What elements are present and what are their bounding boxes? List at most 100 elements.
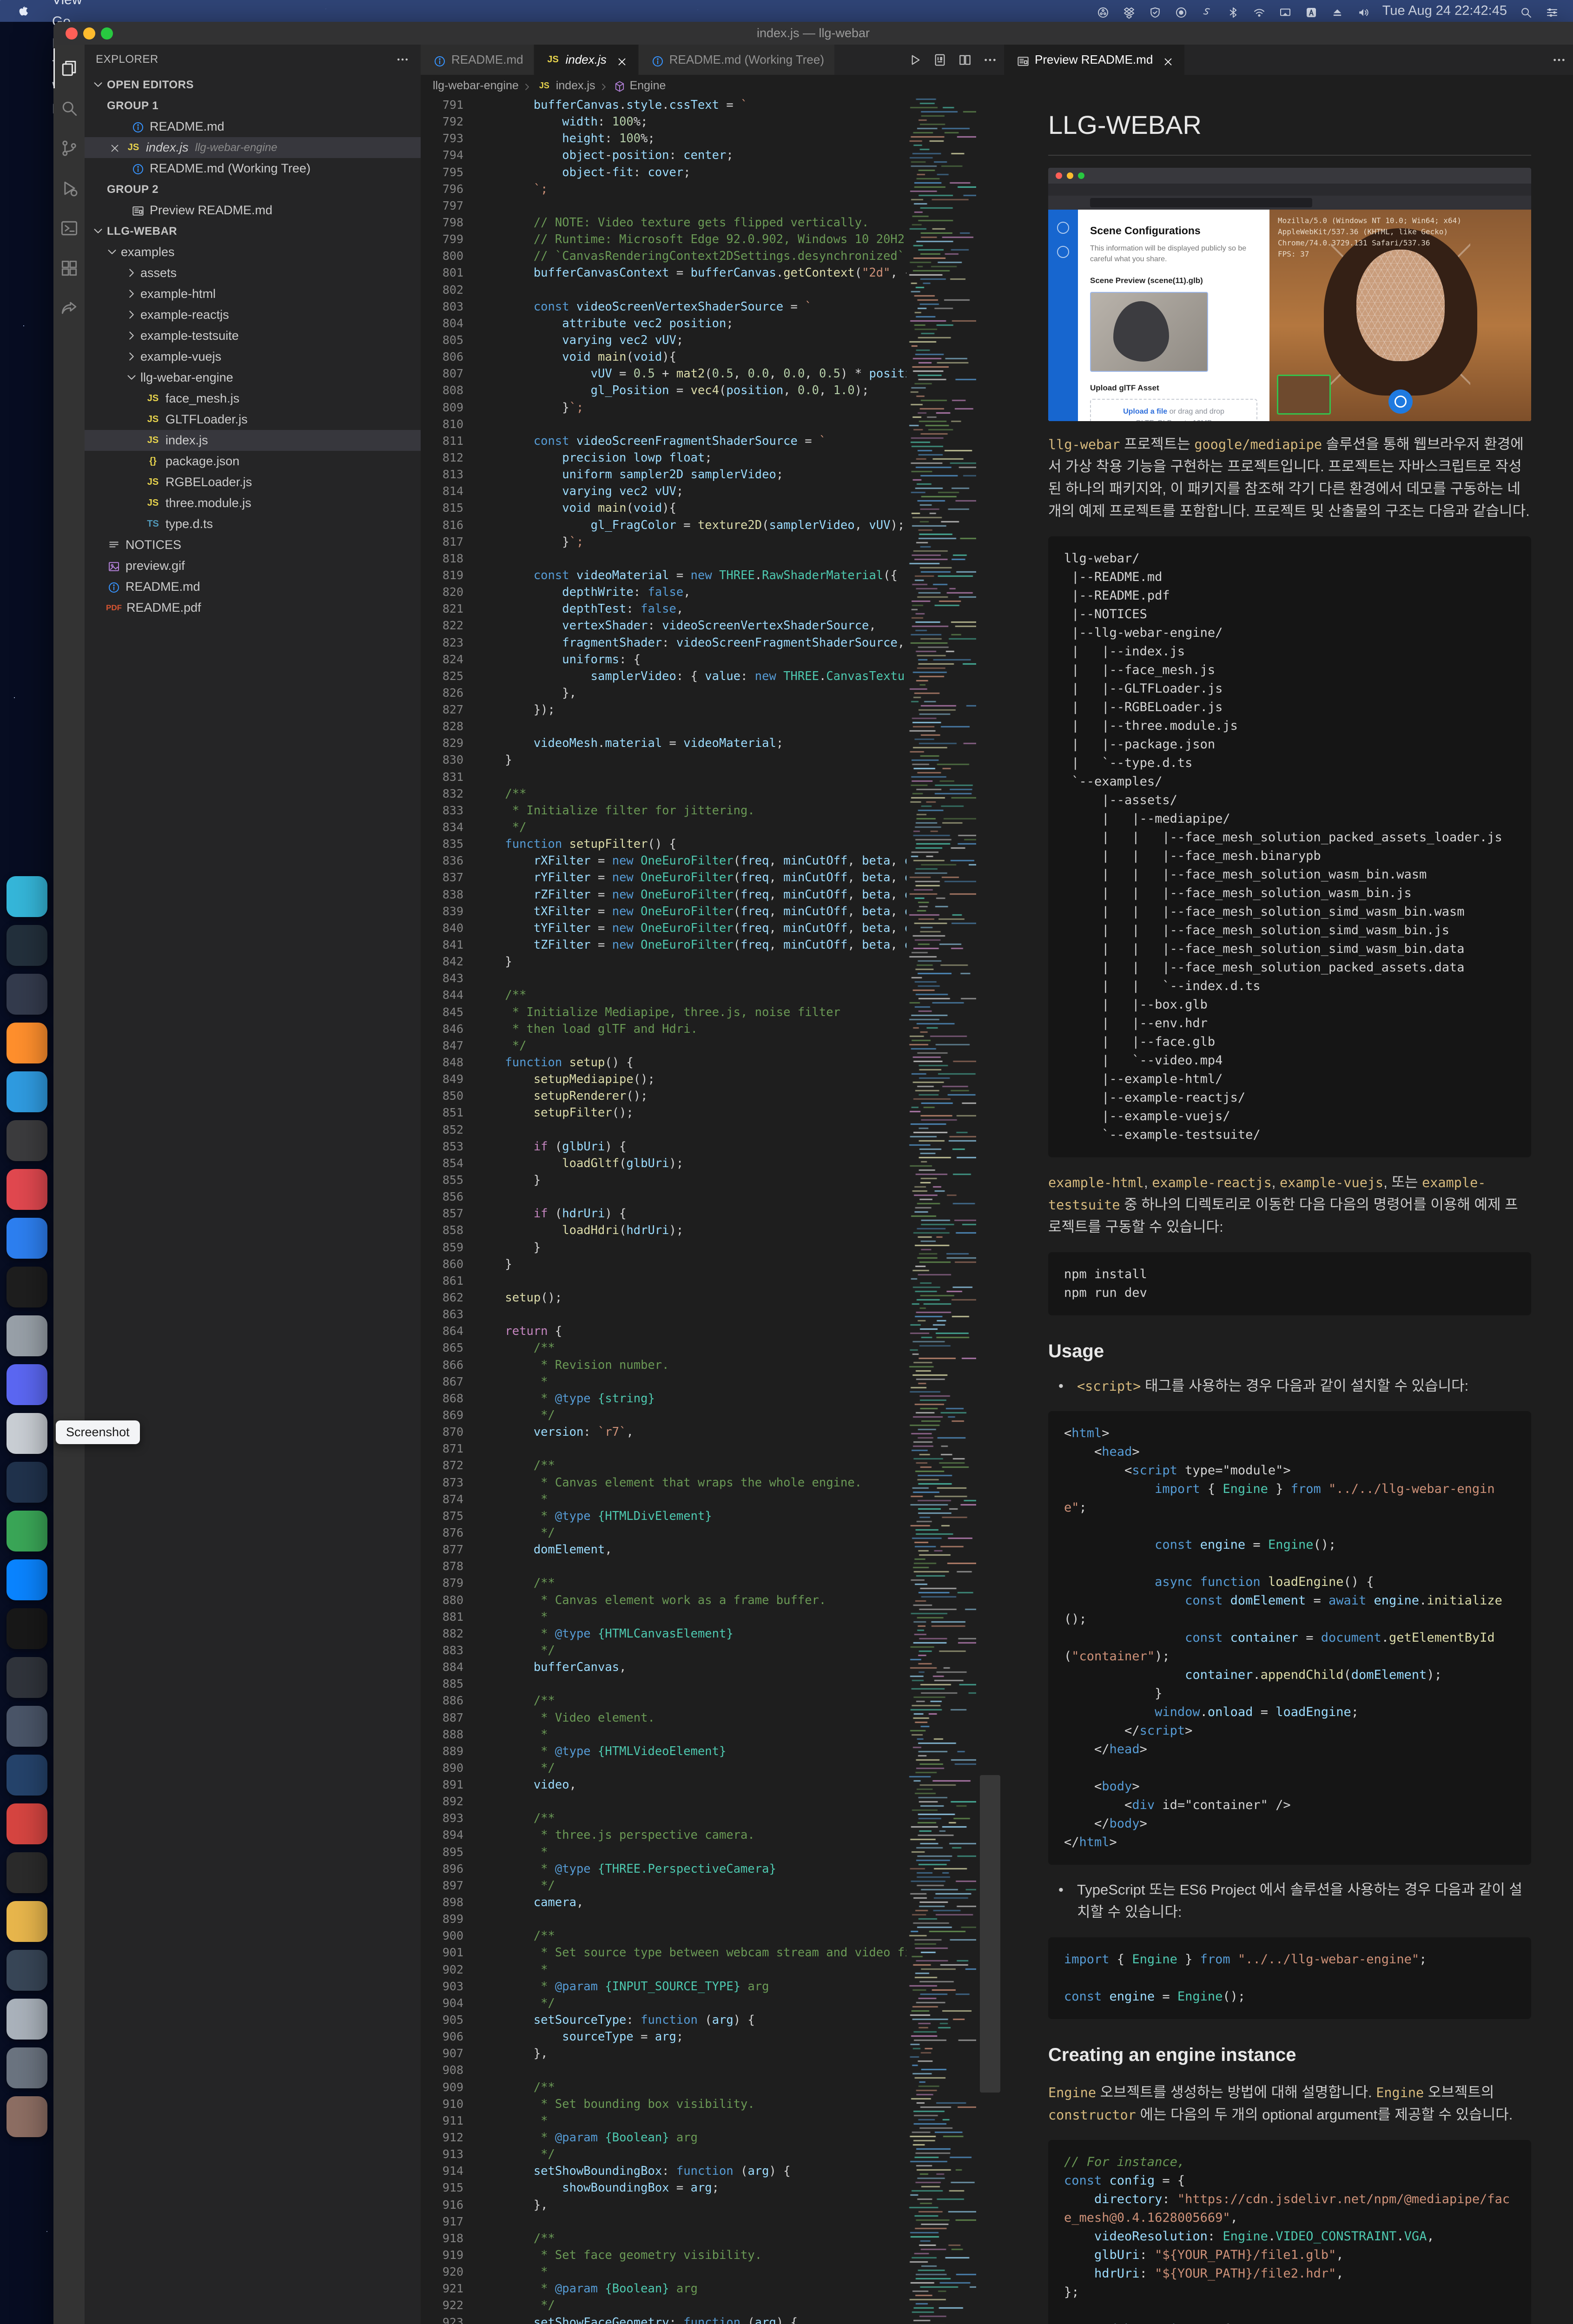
run-file-action-icon[interactable] — [932, 52, 947, 68]
dock-app-6[interactable] — [7, 1120, 47, 1161]
tree-item-NOTICES[interactable]: NOTICES — [85, 535, 421, 555]
dock-app-21[interactable] — [7, 1852, 47, 1893]
volume-status-icon[interactable] — [1356, 4, 1370, 18]
more-action-icon[interactable] — [1552, 52, 1566, 68]
open-editors-header[interactable]: OPEN EDITORS — [85, 74, 421, 95]
dock-app-4[interactable] — [7, 1023, 47, 1063]
zoom-window-button[interactable] — [101, 27, 113, 40]
tree-item-README.md[interactable]: README.md — [85, 576, 421, 597]
obs-status-icon[interactable] — [1096, 4, 1110, 18]
open-editor-README.md[interactable]: README.md — [85, 116, 421, 137]
tree-item-examples[interactable]: examples — [85, 242, 421, 263]
spotlight-icon[interactable] — [1519, 4, 1533, 18]
split-action-icon[interactable] — [958, 52, 972, 68]
close-window-button[interactable] — [66, 27, 78, 40]
dock-app-7[interactable] — [7, 1169, 47, 1210]
tree-item-example-html[interactable]: example-html — [85, 284, 421, 304]
tab-README.md[interactable]: README.md — [421, 45, 534, 75]
apple-menu-icon[interactable] — [0, 0, 42, 22]
dock-app-9[interactable] — [7, 1267, 47, 1307]
dock-app-26[interactable] — [7, 2096, 47, 2137]
eject-status-icon[interactable] — [1330, 4, 1344, 18]
tree-item-three.module.js[interactable]: JSthree.module.js — [85, 493, 421, 514]
minimize-window-button[interactable] — [83, 27, 95, 40]
menu-bar-clock[interactable]: Tue Aug 24 22:42:45 — [1382, 3, 1507, 19]
dock-app-5[interactable] — [7, 1071, 47, 1112]
activity-search[interactable] — [53, 88, 85, 128]
breadcrumb[interactable]: llg-webar-engineJSindex.jsEngine — [421, 75, 1004, 97]
tree-item-face_mesh.js[interactable]: JSface_mesh.js — [85, 388, 421, 409]
open-editor-index.js[interactable]: JSindex.jsllg-webar-engine — [85, 137, 421, 158]
tab-README.md-Working-Tree-[interactable]: README.md (Working Tree) — [639, 45, 835, 75]
dock-app-8[interactable] — [7, 1218, 47, 1259]
tree-item-package.json[interactable]: {}package.json — [85, 451, 421, 472]
wifi-status-icon[interactable] — [1252, 4, 1266, 18]
vscode-window: index.js — llg-webar EXPLORER OPEN EDITO… — [53, 22, 1573, 2324]
dock-app-22[interactable] — [7, 1901, 47, 1942]
dock-app-14[interactable] — [7, 1511, 47, 1552]
dock-app-24[interactable] — [7, 1999, 47, 2040]
editor-scrollbar[interactable] — [976, 97, 1004, 2324]
menu-item-view[interactable]: View — [42, 0, 119, 11]
tree-item-index.js[interactable]: JSindex.js — [85, 430, 421, 451]
dock-app-1[interactable] — [7, 876, 47, 917]
activity-extensions[interactable] — [53, 248, 85, 288]
explorer-more-actions-icon[interactable] — [396, 53, 410, 66]
dock-app-2[interactable] — [7, 925, 47, 966]
breadcrumb-file[interactable]: index.js — [556, 79, 595, 92]
activity-live-share[interactable] — [53, 288, 85, 328]
dropbox-status-icon[interactable] — [1122, 4, 1136, 18]
workspace-root[interactable]: LLG-WEBAR — [85, 221, 421, 242]
js-file-icon: JS — [545, 54, 561, 65]
tree-item-RGBELoader.js[interactable]: JSRGBELoader.js — [85, 472, 421, 493]
tree-item-llg-webar-engine[interactable]: llg-webar-engine — [85, 367, 421, 388]
dock-app-20[interactable] — [7, 1803, 47, 1844]
tree-item-assets[interactable]: assets — [85, 263, 421, 284]
code-editor[interactable]: 7917927937947957967977987998008018028038… — [421, 97, 1004, 2324]
markdown-preview[interactable]: LLG-WEBAR Scene Configurations This info… — [1004, 75, 1573, 2324]
dock-app-12[interactable] — [7, 1413, 47, 1454]
tree-item-README.pdf[interactable]: PDFREADME.pdf — [85, 597, 421, 618]
dock-app-15[interactable] — [7, 1559, 47, 1600]
dock-app-19[interactable] — [7, 1755, 47, 1796]
tree-item-preview.gif[interactable]: preview.gif — [85, 555, 421, 576]
open-editor-README.md-Working-Tree-[interactable]: README.md (Working Tree) — [85, 158, 421, 179]
dock-app-16[interactable] — [7, 1608, 47, 1649]
activity-run-debug[interactable] — [53, 168, 85, 208]
bluetooth-status-icon[interactable] — [1226, 4, 1240, 18]
display-status-icon[interactable] — [1278, 4, 1292, 18]
dock-app-23[interactable] — [7, 1950, 47, 1991]
activity-explorer[interactable] — [53, 48, 85, 88]
tab-preview-readme[interactable]: Preview README.md — [1004, 45, 1185, 75]
input-a-status-icon[interactable] — [1304, 4, 1318, 18]
dock-app-25[interactable] — [7, 2047, 47, 2088]
demo-camera-button — [1388, 390, 1413, 414]
control-center-icon[interactable] — [1545, 4, 1559, 18]
shield-status-icon[interactable] — [1148, 4, 1162, 18]
dock-app-3[interactable] — [7, 974, 47, 1015]
activity-source-control[interactable] — [53, 128, 85, 168]
dock-app-18[interactable] — [7, 1706, 47, 1747]
dock-app-11[interactable] — [7, 1364, 47, 1405]
tree-item-example-reactjs[interactable]: example-reactjs — [85, 304, 421, 325]
dock-app-17[interactable] — [7, 1657, 47, 1698]
open-editor-Preview-README.md[interactable]: Preview README.md — [85, 200, 421, 221]
activity-terminal-ps[interactable] — [53, 208, 85, 248]
dock-app-10[interactable] — [7, 1315, 47, 1356]
dock-app-13[interactable] — [7, 1462, 47, 1503]
minimap[interactable] — [906, 97, 976, 2324]
tree-item-example-testsuite[interactable]: example-testsuite — [85, 325, 421, 346]
more-action-icon[interactable] — [983, 52, 998, 68]
tree-item-type.d.ts[interactable]: TStype.d.ts — [85, 514, 421, 535]
demo-face-tracking: Mozilla/5.0 (Windows NT 10.0; Win64; x64… — [1269, 210, 1531, 421]
source-control-icon — [59, 138, 79, 158]
record-status-icon[interactable] — [1174, 4, 1188, 18]
breadcrumb-symbol[interactable]: Engine — [630, 79, 666, 92]
tab-index.js[interactable]: JSindex.js — [534, 45, 639, 75]
breadcrumb-folder[interactable]: llg-webar-engine — [433, 79, 519, 92]
window-title-bar[interactable]: index.js — llg-webar — [53, 22, 1573, 45]
tree-item-GLTFLoader.js[interactable]: JSGLTFLoader.js — [85, 409, 421, 430]
tree-item-example-vuejs[interactable]: example-vuejs — [85, 346, 421, 367]
sync-app-status-icon[interactable] — [1200, 4, 1214, 18]
play-action-icon[interactable] — [907, 52, 922, 68]
